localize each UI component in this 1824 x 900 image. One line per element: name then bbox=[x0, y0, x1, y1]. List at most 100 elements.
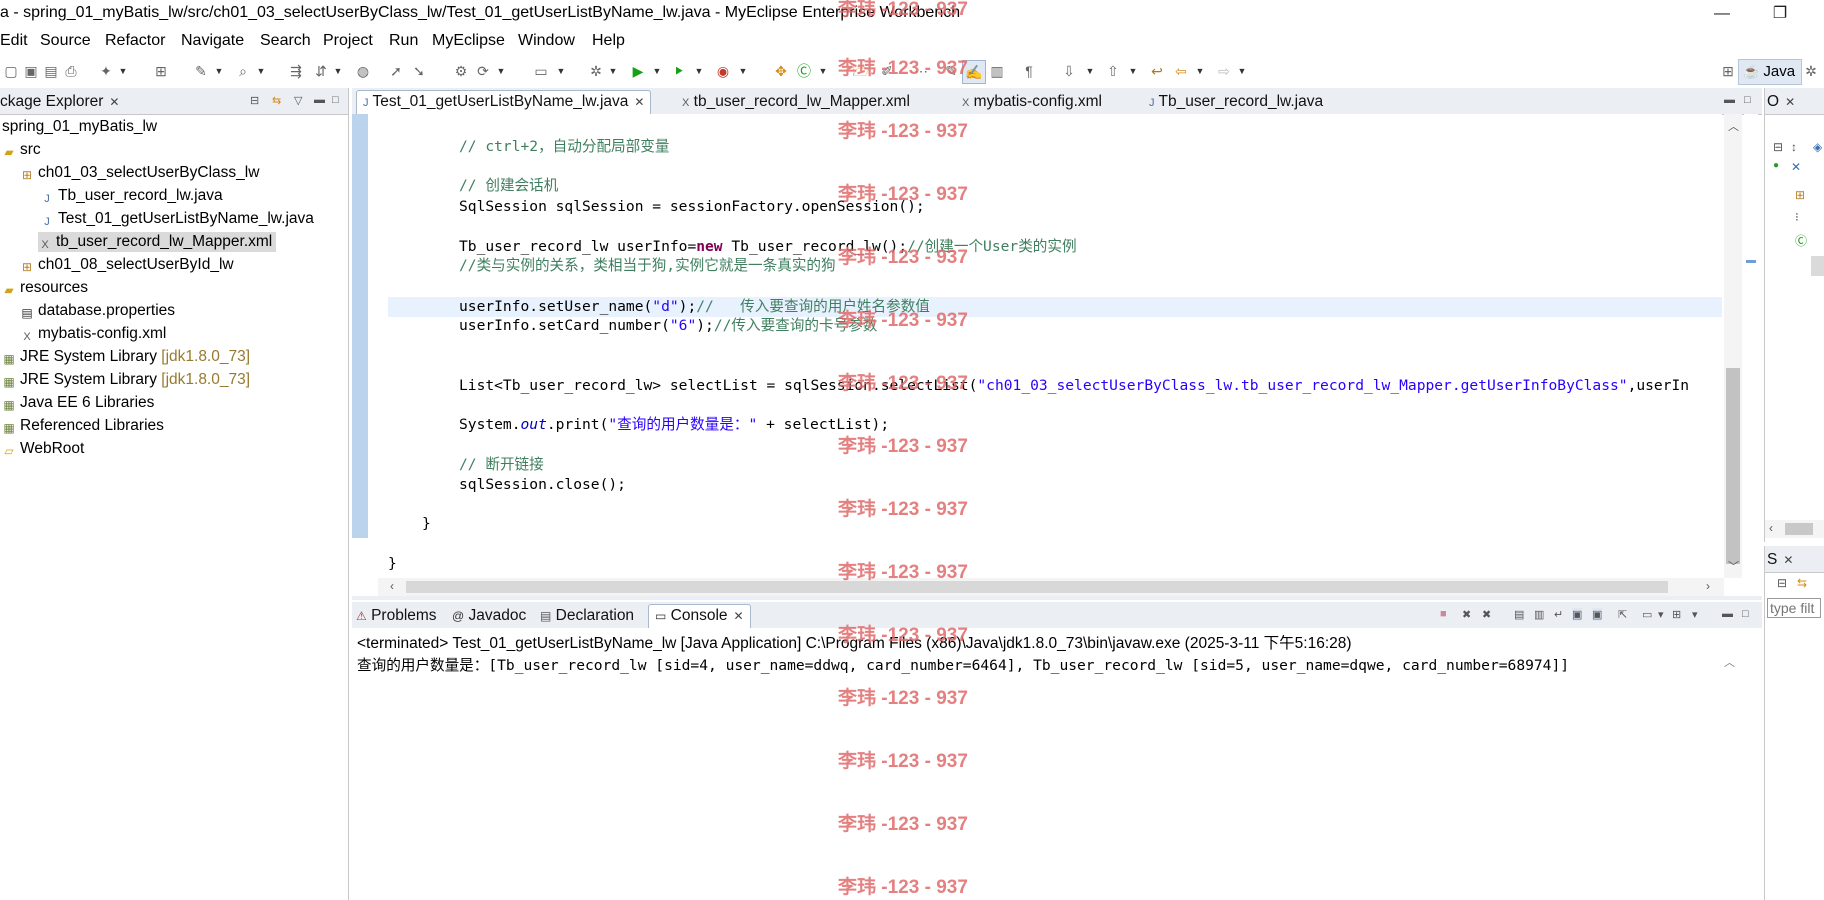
filter-input[interactable] bbox=[1767, 598, 1821, 618]
show-on-stderr-icon[interactable]: ▣ bbox=[1592, 608, 1603, 621]
menu-edit[interactable]: Edit bbox=[0, 32, 28, 50]
debug-config-icon[interactable]: ✎ bbox=[190, 60, 212, 82]
view-menu-icon[interactable]: ▽ bbox=[294, 94, 302, 107]
hide-fields-icon[interactable]: ◈ bbox=[1813, 140, 1822, 154]
menu-search[interactable]: Search bbox=[260, 32, 311, 50]
debug-perspective-icon[interactable]: ✲ bbox=[1800, 60, 1822, 82]
editor-tab[interactable]: X tb_user_record_lw_Mapper.xml bbox=[682, 91, 910, 113]
restore-button[interactable]: ❐ bbox=[1760, 2, 1800, 26]
tree-item[interactable]: ▦ JRE System Library [jdk1.8.0_73] bbox=[2, 347, 250, 367]
chevron-down-icon[interactable]: ▼ bbox=[1085, 60, 1095, 82]
block-selection-icon[interactable]: ▥ bbox=[986, 60, 1008, 82]
show-whitespace-icon[interactable]: ¶ bbox=[1018, 60, 1040, 82]
deploy-icon[interactable]: ⇶ bbox=[285, 60, 307, 82]
tree-item[interactable]: Xmybatis-config.xml bbox=[20, 324, 166, 344]
sort-icon[interactable]: ↕ bbox=[1791, 140, 1797, 154]
terminal-icon[interactable]: ▭ bbox=[530, 60, 552, 82]
scroll-up-icon[interactable]: ︿ bbox=[1728, 118, 1739, 134]
new-wizard-icon[interactable]: ✦ bbox=[95, 60, 117, 82]
editor-tab[interactable]: J Tb_user_record_lw.java bbox=[1149, 91, 1323, 113]
chevron-down-icon[interactable]: ▼ bbox=[1237, 60, 1247, 82]
outline-tab[interactable]: O ✕ bbox=[1767, 91, 1795, 113]
chevron-down-icon[interactable]: ▼ bbox=[608, 60, 618, 82]
tree-item[interactable]: ⊞ ch01_08_selectUserById_lw bbox=[20, 255, 234, 275]
remove-all-launches-icon[interactable]: ✖ bbox=[1482, 608, 1491, 621]
h-scrollbar-thumb[interactable] bbox=[406, 581, 1668, 593]
debug-icon[interactable]: ✲ bbox=[585, 60, 607, 82]
maximize-view-icon[interactable]: □ bbox=[332, 94, 339, 106]
tree-item[interactable]: ▰ src bbox=[2, 140, 40, 160]
scroll-left-icon[interactable]: ‹ bbox=[390, 579, 394, 593]
scroll-left-icon[interactable]: ‹ bbox=[1769, 521, 1773, 535]
close-icon[interactable]: ✕ bbox=[1783, 553, 1793, 567]
link-icon[interactable]: ⇆ bbox=[1797, 576, 1807, 590]
java-perspective-button[interactable]: ☕ Java bbox=[1738, 59, 1803, 85]
tree-item[interactable]: J Test_01_getUserListByName_lw.java bbox=[40, 209, 314, 229]
show-on-stdout-icon[interactable]: ▣ bbox=[1572, 608, 1583, 621]
remove-launch-icon[interactable]: ✖ bbox=[1462, 608, 1471, 621]
print-icon[interactable]: ⎙ bbox=[60, 60, 82, 82]
chevron-down-icon[interactable]: ▼ bbox=[556, 60, 566, 82]
new-java-project-icon[interactable]: ✥ bbox=[770, 60, 792, 82]
menu-project[interactable]: Project bbox=[323, 32, 373, 50]
hide-static-icon[interactable]: ● bbox=[1773, 160, 1779, 171]
editor-horizontal-scrollbar[interactable]: ‹ › bbox=[378, 578, 1724, 596]
scrollbar-thumb[interactable] bbox=[1726, 368, 1740, 564]
save-all-icon[interactable]: ▤ bbox=[40, 60, 62, 82]
menu-navigate[interactable]: Navigate bbox=[181, 32, 244, 50]
console-scrollbar[interactable]: ︿ bbox=[1720, 654, 1738, 900]
minimize-view-icon[interactable]: ▬ bbox=[314, 94, 325, 106]
minimize-view-icon[interactable]: ▬ bbox=[1724, 94, 1735, 106]
team-icon[interactable]: ⚙ bbox=[450, 60, 472, 82]
markers-icon[interactable]: ⋯ bbox=[910, 60, 932, 82]
open-console-icon[interactable]: ⊞ bbox=[1672, 608, 1681, 621]
server-icon[interactable]: ⇵ bbox=[310, 60, 332, 82]
console-panel[interactable]: <terminated> Test_01_getUserListByName_l… bbox=[352, 628, 1762, 900]
minimize-view-icon[interactable]: ▬ bbox=[1722, 608, 1733, 620]
collapse-all-icon[interactable]: ⊟ bbox=[1773, 140, 1783, 154]
tree-item[interactable]: ⊞ ch01_03_selectUserByClass_lw bbox=[20, 163, 259, 183]
tree-item[interactable]: J Tb_user_record_lw.java bbox=[40, 186, 222, 206]
open-folder-icon[interactable]: 🗁 bbox=[850, 60, 872, 82]
save-icon[interactable]: ▣ bbox=[20, 60, 42, 82]
chevron-down-icon[interactable]: ▾ bbox=[1658, 608, 1664, 621]
link-editor-icon[interactable]: ⇆ bbox=[272, 94, 281, 107]
tree-item[interactable]: ▰ resources bbox=[2, 278, 88, 298]
menu-run[interactable]: Run bbox=[389, 32, 418, 50]
open-type-icon[interactable]: ⊞ bbox=[150, 60, 172, 82]
scroll-down-icon[interactable]: ﹀ bbox=[1728, 558, 1739, 574]
tree-item[interactable]: spring_01_myBatis_lw bbox=[2, 117, 157, 137]
tree-item[interactable]: ▦ Referenced Libraries bbox=[2, 416, 164, 436]
chevron-down-icon[interactable]: ▼ bbox=[1195, 60, 1205, 82]
toggle-highlight-icon[interactable]: ✎ bbox=[940, 60, 962, 82]
scroll-up-icon[interactable]: ︿ bbox=[1724, 654, 1735, 670]
terminate-icon[interactable]: ■ bbox=[1440, 608, 1447, 620]
tree-item[interactable]: ▦ Java EE 6 Libraries bbox=[2, 393, 154, 413]
sash[interactable] bbox=[352, 596, 1762, 600]
minimize-button[interactable]: — bbox=[1702, 2, 1742, 26]
chevron-down-icon[interactable]: ▼ bbox=[214, 60, 224, 82]
tree-item[interactable]: ▦ JRE System Library [jdk1.8.0_73] bbox=[2, 370, 250, 390]
menu-source[interactable]: Source bbox=[40, 32, 91, 50]
maximize-view-icon[interactable]: □ bbox=[1742, 608, 1749, 620]
collapse-all-icon[interactable]: ⊟ bbox=[1777, 576, 1787, 590]
menu-window[interactable]: Window bbox=[518, 32, 575, 50]
scroll-right-icon[interactable]: › bbox=[1706, 579, 1710, 593]
console-tab-active[interactable]: ▭ Console ✕ bbox=[648, 604, 751, 628]
new-icon[interactable]: ▢ bbox=[0, 60, 22, 82]
tree-item-selected[interactable]: Xtb_user_record_lw_Mapper.xml bbox=[38, 232, 277, 252]
menu-refactor[interactable]: Refactor bbox=[105, 32, 165, 50]
declaration-tab[interactable]: ▤ Declaration bbox=[540, 605, 634, 627]
editor-tab[interactable]: X mybatis-config.xml bbox=[962, 91, 1102, 113]
maximize-view-icon[interactable]: □ bbox=[1744, 94, 1751, 106]
close-icon[interactable]: ✕ bbox=[109, 95, 119, 109]
package-explorer-tab[interactable]: ckage Explorer ✕ bbox=[0, 91, 119, 113]
tree-item[interactable]: ▱ WebRoot bbox=[2, 439, 84, 459]
new-class-icon[interactable]: Ⓒ bbox=[793, 60, 815, 82]
chevron-down-icon[interactable]: ▼ bbox=[694, 60, 704, 82]
h-scrollbar-thumb[interactable] bbox=[1785, 523, 1813, 535]
editor-vertical-scrollbar[interactable]: ︿ ﹀ bbox=[1724, 114, 1742, 578]
run-icon[interactable]: ▶ bbox=[627, 60, 649, 82]
toggle-mark-icon[interactable]: ✍ bbox=[962, 60, 986, 84]
next-annotation-icon[interactable]: ⇩ bbox=[1058, 60, 1080, 82]
